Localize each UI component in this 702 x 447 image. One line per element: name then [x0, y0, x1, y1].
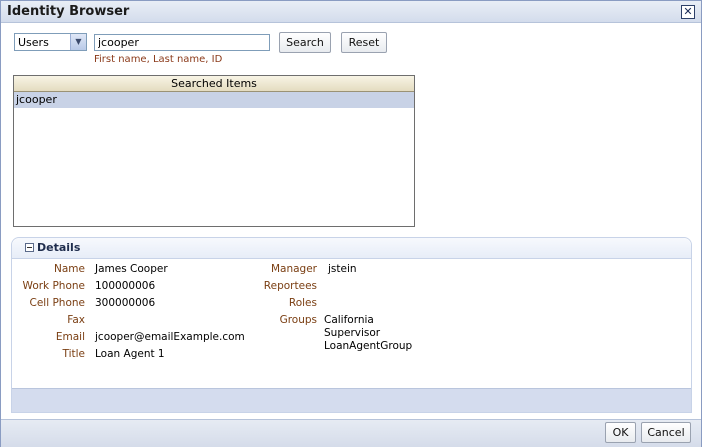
title-label: Title: [62, 348, 85, 360]
group-item: Supervisor: [324, 327, 381, 339]
name-value: James Cooper: [95, 263, 168, 275]
dialog-title: Identity Browser: [7, 4, 130, 19]
cancel-button[interactable]: Cancel: [641, 422, 691, 443]
email-value: jcooper@emailExample.com: [95, 331, 245, 343]
details-title: Details: [37, 241, 81, 254]
dialog-button-bar: [1, 419, 701, 447]
cell-phone-label: Cell Phone: [29, 297, 86, 309]
details-footer-bar: [12, 388, 691, 412]
roles-label: Roles: [288, 297, 317, 309]
groups-label: Groups: [279, 314, 317, 326]
manager-label: Manager: [270, 263, 317, 275]
search-button[interactable]: Search: [279, 32, 331, 53]
searched-items-header: Searched Items: [14, 76, 414, 92]
work-phone-value: 100000006: [95, 280, 156, 292]
search-type-select[interactable]: Users ▼: [14, 33, 87, 51]
title-bar: Identity Browser ✕: [1, 1, 701, 23]
email-label: Email: [55, 331, 85, 343]
ok-button[interactable]: OK: [605, 422, 636, 443]
search-type-value: Users: [18, 36, 49, 49]
manager-value: jstein: [328, 263, 357, 275]
fax-label: Fax: [67, 314, 85, 326]
table-row[interactable]: jcooper: [14, 92, 414, 108]
identity-browser-dialog: Identity Browser ✕ Users ▼ First name, L…: [0, 0, 702, 447]
search-hint: First name, Last name, ID: [94, 54, 223, 65]
search-input[interactable]: [94, 34, 270, 51]
collapse-icon[interactable]: [25, 243, 34, 252]
details-header[interactable]: Details: [12, 238, 691, 259]
reset-button[interactable]: Reset: [341, 32, 387, 53]
work-phone-label: Work Phone: [22, 280, 85, 292]
cell-phone-value: 300000006: [95, 297, 156, 309]
searched-items-table: Searched Items jcooper: [13, 75, 415, 227]
title-value: Loan Agent 1: [95, 348, 165, 360]
reportees-label: Reportees: [263, 280, 317, 292]
name-label: Name: [54, 263, 85, 275]
group-item: LoanAgentGroup: [324, 340, 413, 352]
close-icon[interactable]: ✕: [681, 5, 695, 19]
chevron-down-icon[interactable]: ▼: [70, 34, 86, 50]
group-item: California: [324, 314, 374, 326]
